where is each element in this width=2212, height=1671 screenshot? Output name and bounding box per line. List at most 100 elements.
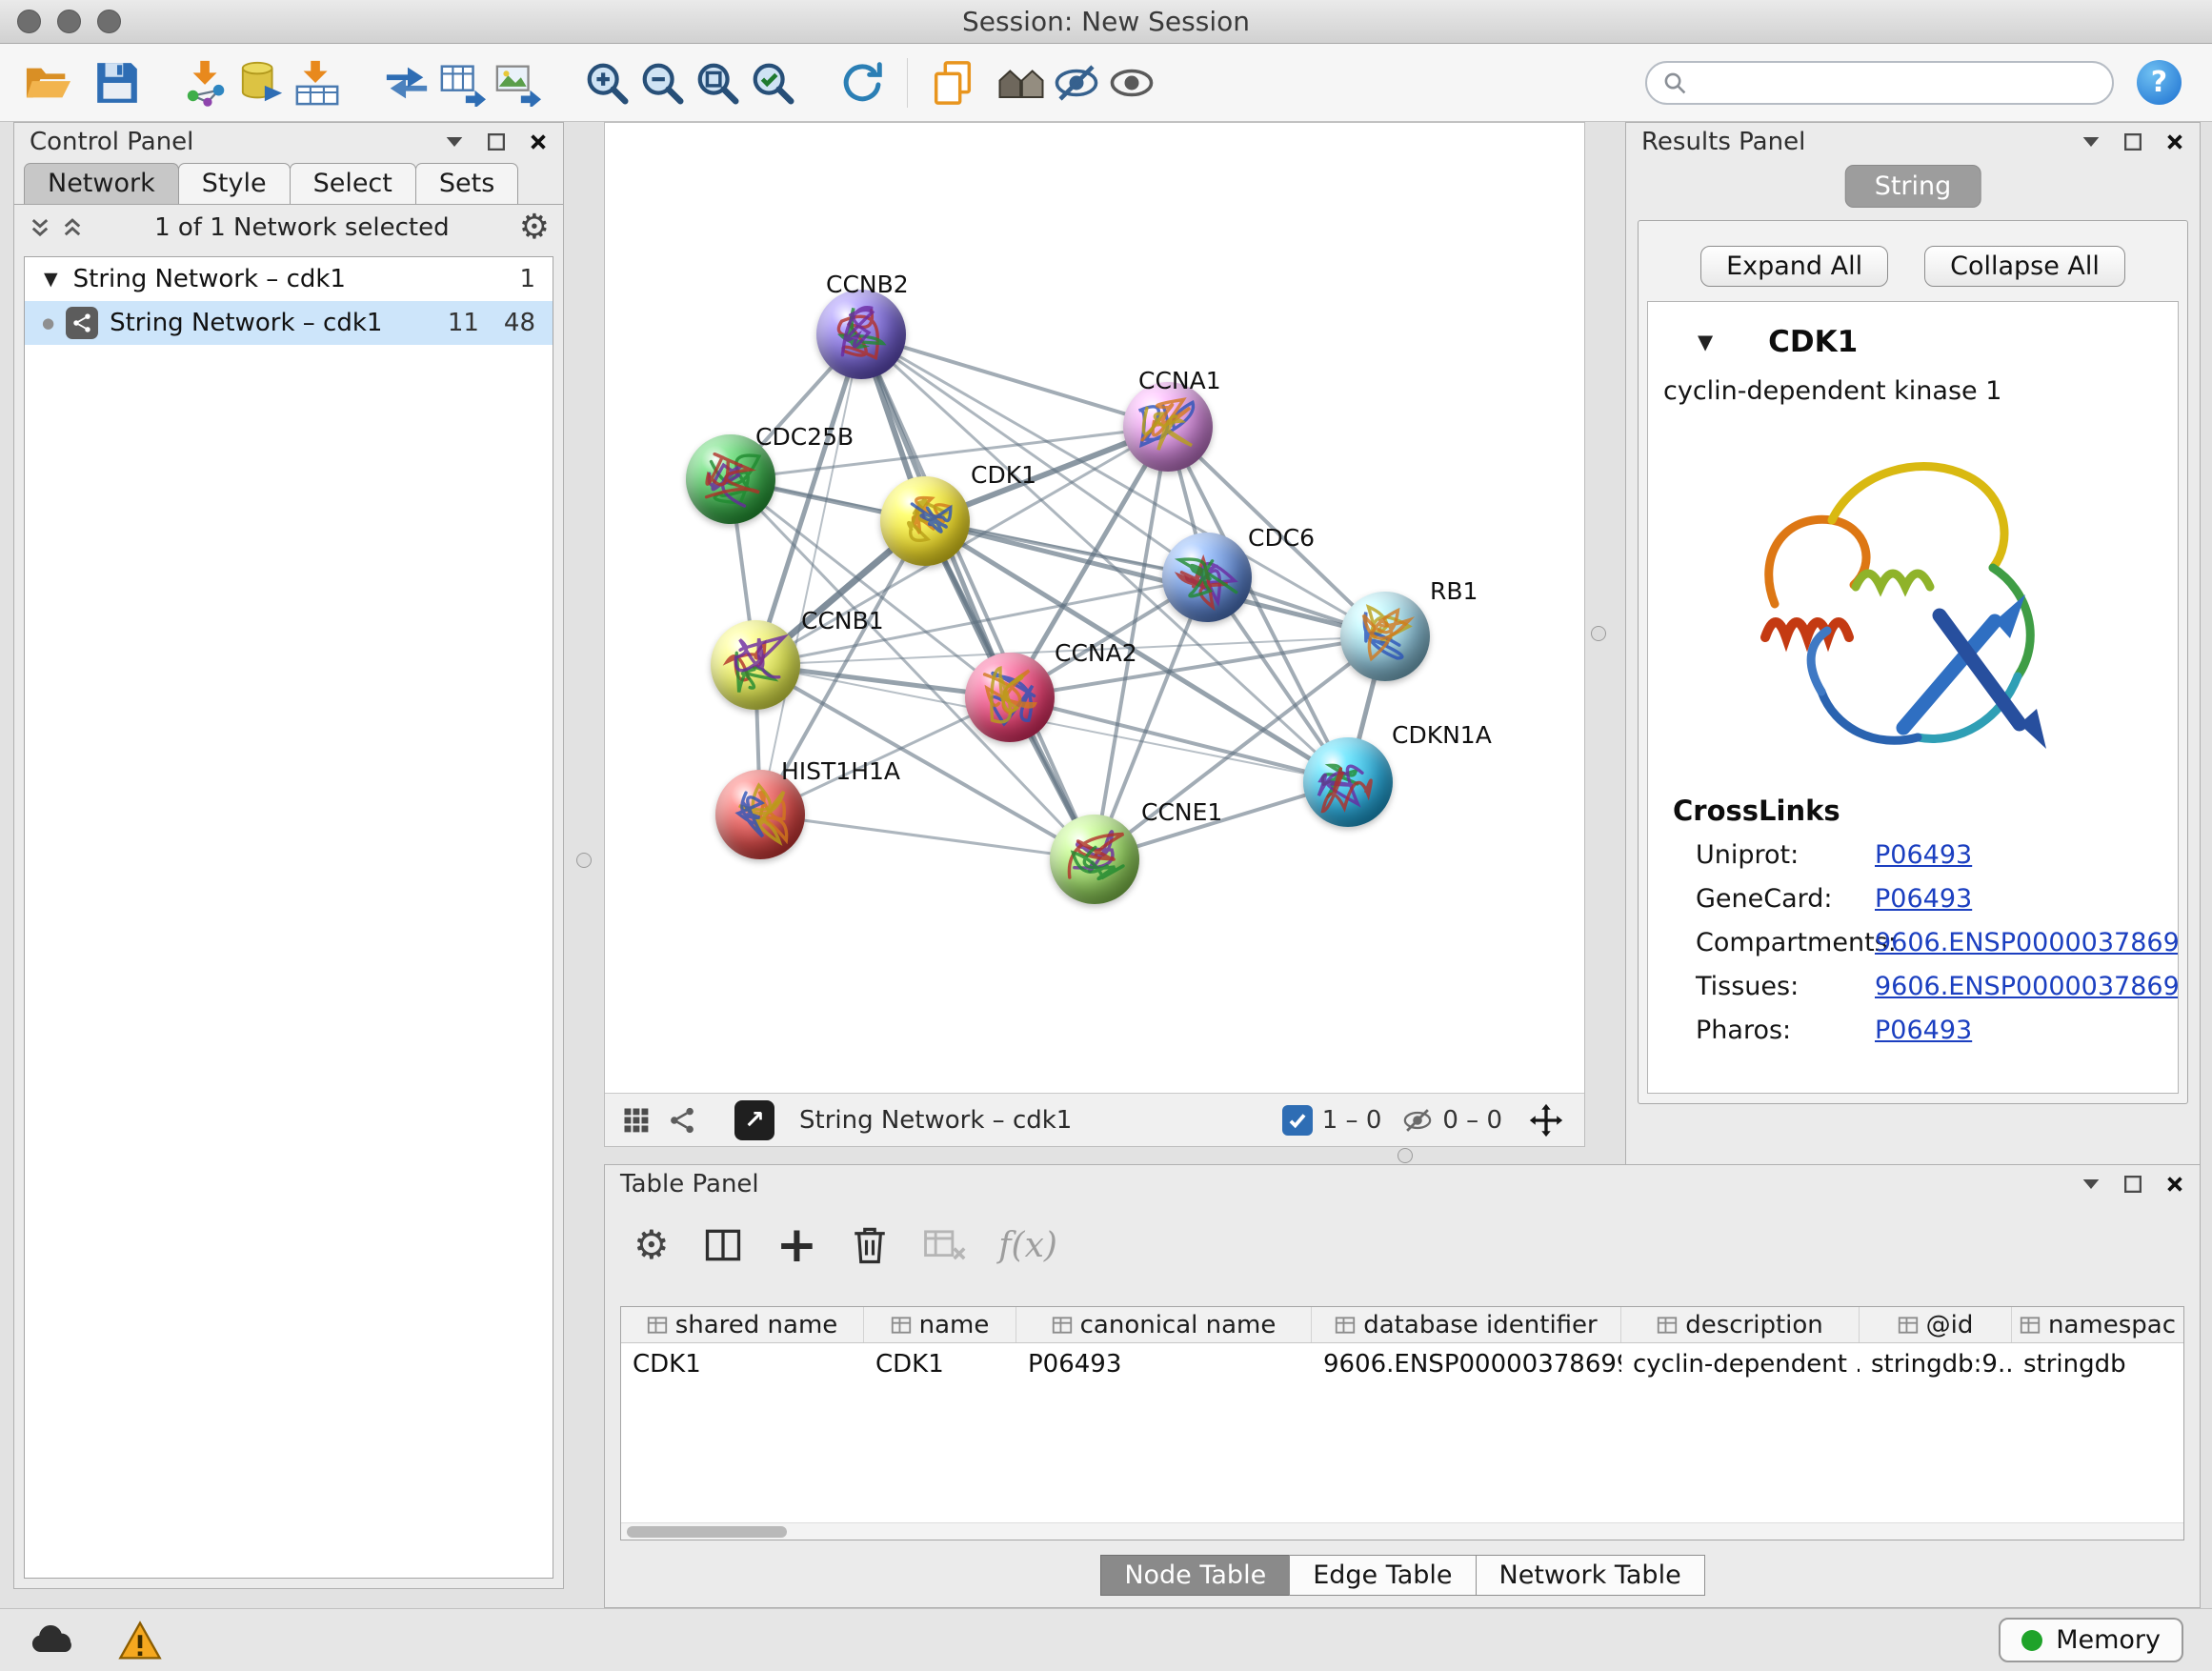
panel-float-icon[interactable]: [2123, 132, 2142, 151]
column-header[interactable]: shared name: [621, 1307, 864, 1342]
hidden-eye-slash-icon[interactable]: [1402, 1107, 1433, 1134]
tab-string[interactable]: String: [1845, 165, 1981, 208]
tab-style[interactable]: Style: [178, 163, 291, 204]
horizontal-scrollbar[interactable]: [621, 1522, 2183, 1540]
import-network-from-file-button[interactable]: [179, 53, 234, 112]
column-header[interactable]: namespac: [2012, 1307, 2183, 1342]
panel-menu-icon[interactable]: [2081, 1178, 2101, 1191]
network-row-selected[interactable]: ● String Network – cdk1 11 48: [25, 301, 553, 345]
close-window-button[interactable]: [17, 10, 41, 33]
column-header[interactable]: canonical name: [1016, 1307, 1312, 1342]
help-button[interactable]: ?: [2137, 60, 2182, 105]
open-session-button[interactable]: [21, 53, 76, 112]
expand-all-networks-icon[interactable]: [60, 215, 85, 240]
show-columns-icon[interactable]: [702, 1224, 744, 1266]
zoom-window-button[interactable]: [97, 10, 121, 33]
import-table-button[interactable]: [290, 53, 345, 112]
add-column-icon[interactable]: +: [776, 1223, 818, 1268]
network-node-ccne1[interactable]: [1050, 815, 1139, 904]
network-node-cdk1[interactable]: [880, 476, 970, 566]
panel-float-icon[interactable]: [2123, 1175, 2142, 1194]
network-merge-button[interactable]: [379, 53, 434, 112]
network-node-rb1[interactable]: [1340, 592, 1430, 681]
caret-down-icon[interactable]: ▼: [44, 269, 58, 290]
scrollbar-thumb[interactable]: [627, 1526, 787, 1538]
save-session-button[interactable]: [90, 53, 145, 112]
detach-view-button[interactable]: ↗: [734, 1100, 774, 1140]
cell-database-identifier[interactable]: 9606.ENSP00000378699: [1312, 1343, 1621, 1385]
expand-all-button[interactable]: Expand All: [1700, 246, 1888, 287]
vertical-splitter-handle[interactable]: [576, 853, 592, 868]
selected-checkbox-icon[interactable]: [1282, 1105, 1313, 1136]
tissues-link[interactable]: 9606.ENSP00000378699: [1875, 972, 2179, 1001]
network-node-cdkn1a[interactable]: [1303, 737, 1393, 827]
table-row[interactable]: CDK1 CDK1 P06493 9606.ENSP00000378699 cy…: [621, 1343, 2183, 1385]
show-all-button[interactable]: [1104, 53, 1159, 112]
cell-id[interactable]: stringdb:9...: [1860, 1343, 2012, 1385]
genecard-link[interactable]: P06493: [1875, 884, 1972, 914]
network-collection-row[interactable]: ▼ String Network – cdk1 1: [25, 257, 553, 301]
cell-description[interactable]: cyclin-dependent ...: [1621, 1343, 1860, 1385]
pharos-link[interactable]: P06493: [1875, 1016, 1972, 1045]
export-image-button[interactable]: [490, 53, 545, 112]
network-canvas[interactable]: CCNB2CCNA1CDC25BCDK1CDC6RB1CCNB1CCNA2CDK…: [605, 123, 1584, 1093]
share-network-icon[interactable]: [668, 1106, 696, 1135]
zoom-in-button[interactable]: [579, 53, 634, 112]
zoom-selected-button[interactable]: [745, 53, 800, 112]
panel-close-icon[interactable]: [2165, 1175, 2184, 1194]
network-node-ccnb2[interactable]: [816, 290, 906, 379]
caret-down-icon[interactable]: ▼: [1698, 331, 1713, 353]
zoom-fit-button[interactable]: [690, 53, 745, 112]
cell-name[interactable]: CDK1: [864, 1343, 1016, 1385]
panel-menu-icon[interactable]: [2081, 135, 2101, 149]
vertical-splitter-handle[interactable]: [1591, 626, 1606, 641]
minimize-window-button[interactable]: [57, 10, 81, 33]
network-node-ccnb1[interactable]: [711, 620, 800, 710]
copy-document-button[interactable]: [925, 53, 980, 112]
cell-namespace[interactable]: stringdb: [2012, 1343, 2183, 1385]
tab-network[interactable]: Network: [24, 163, 179, 204]
tab-network-table[interactable]: Network Table: [1476, 1555, 1705, 1596]
tab-sets[interactable]: Sets: [415, 163, 518, 204]
export-table-button[interactable]: [434, 53, 490, 112]
protein-thumbnail-icon: [1123, 382, 1213, 472]
cloud-icon[interactable]: [29, 1623, 74, 1658]
collapse-all-button[interactable]: Collapse All: [1924, 246, 2125, 287]
network-node-ccna2[interactable]: [965, 653, 1055, 742]
tab-node-table[interactable]: Node Table: [1100, 1555, 1290, 1596]
delete-column-trash-icon[interactable]: [850, 1223, 890, 1267]
pan-crosshair-icon[interactable]: [1529, 1103, 1563, 1137]
panel-menu-icon[interactable]: [445, 135, 464, 149]
import-network-from-database-button[interactable]: [234, 53, 290, 112]
tab-select[interactable]: Select: [290, 163, 416, 204]
network-node-ccna1[interactable]: [1123, 382, 1213, 472]
cell-shared-name[interactable]: CDK1: [621, 1343, 864, 1385]
column-header[interactable]: database identifier: [1312, 1307, 1621, 1342]
network-node-cdc6[interactable]: [1162, 533, 1252, 622]
gear-icon[interactable]: ⚙: [519, 211, 550, 245]
column-header[interactable]: @id: [1860, 1307, 2012, 1342]
column-header[interactable]: description: [1621, 1307, 1860, 1342]
panel-close-icon[interactable]: [529, 132, 548, 151]
home-button[interactable]: [994, 53, 1049, 112]
panel-float-icon[interactable]: [487, 132, 506, 151]
cell-canonical-name[interactable]: P06493: [1016, 1343, 1312, 1385]
search-box[interactable]: [1645, 61, 2114, 105]
network-node-label: CCNA2: [1055, 639, 1137, 667]
tab-edge-table[interactable]: Edge Table: [1289, 1555, 1476, 1596]
refresh-view-button[interactable]: [835, 53, 890, 112]
search-input[interactable]: [1697, 69, 2097, 97]
grid-view-icon[interactable]: [622, 1106, 651, 1135]
collapse-all-networks-icon[interactable]: [28, 215, 52, 240]
memory-button[interactable]: Memory: [1999, 1618, 2183, 1662]
table-settings-gear-icon[interactable]: ⚙: [633, 1225, 670, 1265]
horizontal-splitter-handle[interactable]: [1398, 1148, 1413, 1163]
warning-icon[interactable]: [118, 1621, 162, 1661]
compartments-link[interactable]: 9606.ENSP00000378699: [1875, 928, 2179, 957]
column-header[interactable]: name: [864, 1307, 1016, 1342]
table-export-icon: [438, 59, 486, 107]
panel-close-icon[interactable]: [2165, 132, 2184, 151]
uniprot-link[interactable]: P06493: [1875, 840, 1972, 870]
hide-selected-button[interactable]: [1049, 53, 1104, 112]
zoom-out-button[interactable]: [634, 53, 690, 112]
